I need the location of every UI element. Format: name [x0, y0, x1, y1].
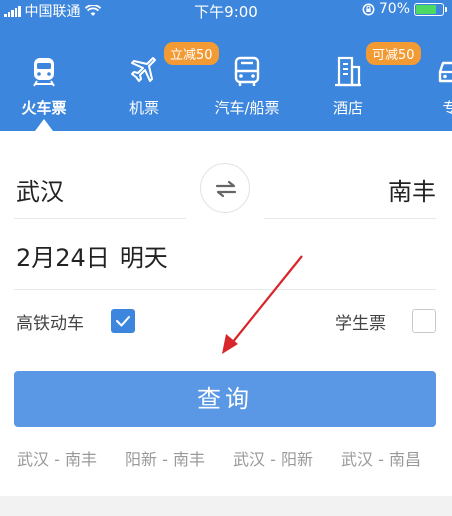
- tab-label: 火车票: [21, 99, 67, 117]
- station-row: 武汉 南丰: [0, 158, 452, 220]
- divider: [264, 218, 436, 219]
- section-divider: [0, 496, 452, 516]
- car-icon: [438, 61, 452, 83]
- tab-flight[interactable]: 机票 立减50: [94, 42, 219, 131]
- day-label: 明天: [119, 244, 168, 272]
- tab-label: 专: [442, 99, 452, 117]
- date-value: 2月24日: [16, 244, 110, 272]
- from-station[interactable]: 武汉: [16, 172, 64, 207]
- tab-label: 酒店: [332, 99, 363, 117]
- swap-stations-button[interactable]: [200, 163, 250, 213]
- airplane-icon: [131, 57, 156, 82]
- student-ticket-label: 学生票: [335, 314, 386, 334]
- tab-hotel[interactable]: 酒店 可减50: [298, 42, 421, 131]
- battery-percent: 70%: [378, 1, 410, 17]
- options-row: 高铁动车 学生票: [0, 305, 452, 339]
- tab-bus-ship[interactable]: 汽车/船票: [197, 46, 297, 131]
- search-button[interactable]: 查询: [14, 371, 436, 427]
- history-item[interactable]: 武汉 - 南昌: [341, 446, 421, 470]
- search-history: 武汉 - 南丰 阳新 - 南丰 武汉 - 阳新 武汉 - 南昌: [0, 446, 452, 470]
- rotation-lock-icon: [362, 3, 375, 15]
- tab-label: 汽车/船票: [214, 99, 280, 117]
- checkmark-icon: [116, 316, 130, 327]
- high-speed-checkbox[interactable]: [111, 309, 135, 333]
- train-icon: [33, 58, 55, 87]
- high-speed-label: 高铁动车: [16, 314, 84, 334]
- history-item[interactable]: 武汉 - 阳新: [233, 446, 313, 470]
- student-ticket-checkbox[interactable]: [412, 309, 436, 333]
- history-item[interactable]: 武汉 - 南丰: [17, 446, 97, 470]
- bus-icon: [234, 56, 260, 86]
- date-selector[interactable]: 2月24日 明天: [16, 238, 168, 273]
- header-bar: 中国联通 下午9:00 70% 火车票 机票 立减50 汽车/船票 酒店 可减5…: [0, 0, 452, 131]
- status-bar: 中国联通 下午9:00 70%: [0, 0, 452, 21]
- status-right: 70%: [362, 1, 447, 17]
- category-tabs: 火车票 机票 立减50 汽车/船票 酒店 可减50 专: [0, 42, 452, 131]
- divider: [14, 218, 186, 219]
- swap-icon: [215, 180, 237, 198]
- tab-label: 机票: [128, 99, 159, 117]
- active-tab-indicator: [35, 119, 53, 131]
- history-item[interactable]: 阳新 - 南丰: [125, 446, 205, 470]
- divider: [14, 289, 436, 290]
- tab-special-car[interactable]: 专: [400, 46, 452, 131]
- battery-icon: [414, 2, 447, 16]
- hotel-icon: [335, 56, 361, 87]
- to-station[interactable]: 南丰: [388, 172, 436, 207]
